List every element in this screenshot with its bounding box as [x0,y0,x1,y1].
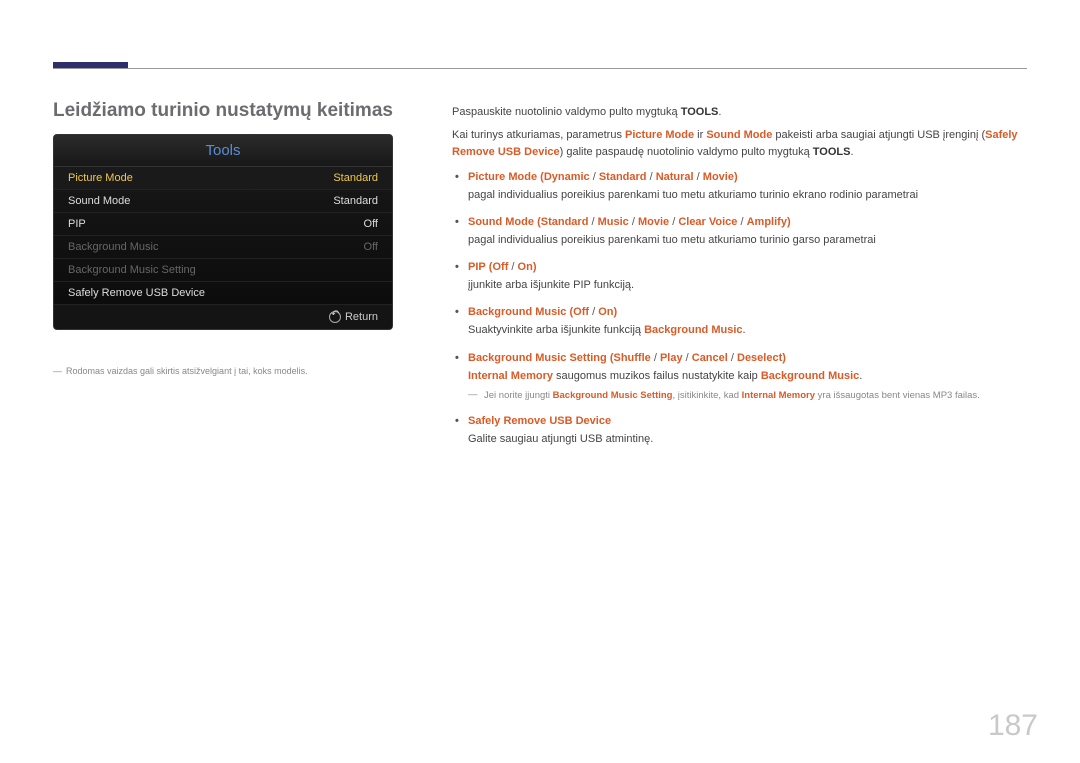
option-pip: PIP (Off / On) įjunkite arba išjunkite P… [452,259,1027,294]
left-column: Leidžiamo turinio nustatymų keitimas Too… [53,100,408,378]
return-icon[interactable] [329,311,341,323]
tools-row-value: Standard [333,195,378,207]
option-desc: Galite saugiau atjungti USB atmintinę. [468,431,1027,448]
intro-paragraph-1: Paspauskite nuotolinio valdymo pulto myg… [452,104,1027,121]
tools-panel-header: Tools [54,135,392,167]
tools-row-label: Safely Remove USB Device [68,287,205,299]
option-desc: pagal individualius poreikius parenkami … [468,187,1027,204]
right-column: Paspauskite nuotolinio valdymo pulto myg… [452,104,1027,458]
option-desc: įjunkite arba išjunkite PIP funkciją. [468,277,1027,294]
tools-row-value: Off [364,241,378,253]
tools-row-label: Background Music Setting [68,264,196,276]
note-text: Rodomas vaizdas gali skirtis atsižvelgia… [66,366,308,376]
option-picture-mode: Picture Mode (Dynamic / Standard / Natur… [452,169,1027,204]
option-safely-remove-usb: Safely Remove USB Device Galite saugiau … [452,413,1027,448]
option-background-music: Background Music (Off / On) Suaktyvinkit… [452,304,1027,339]
tools-panel-footer: Return [54,305,392,329]
header-rule [53,68,1027,69]
tools-row-picture-mode[interactable]: Picture Mode Standard [54,167,392,190]
tools-row-background-music[interactable]: Background Music Off [54,236,392,259]
option-sound-mode: Sound Mode (Standard / Music / Movie / C… [452,214,1027,249]
tools-row-sound-mode[interactable]: Sound Mode Standard [54,190,392,213]
tools-row-value: Standard [333,172,378,184]
intro-paragraph-2: Kai turinys atkuriamas, parametrus Pictu… [452,127,1027,161]
tools-row-pip[interactable]: PIP Off [54,213,392,236]
tools-row-value: Off [364,218,378,230]
page-number: 187 [988,709,1038,743]
option-desc: pagal individualius poreikius parenkami … [468,232,1027,249]
options-list: Picture Mode (Dynamic / Standard / Natur… [452,169,1027,448]
tools-row-label: Sound Mode [68,195,130,207]
mp3-note: Jei norite įjungti Background Music Sett… [468,389,1027,404]
option-background-music-setting: Background Music Setting (Shuffle / Play… [452,350,1027,404]
model-disclaimer-note: ― Rodomas vaizdas gali skirtis atsižvelgi… [53,365,408,378]
tools-row-label: Background Music [68,241,159,253]
return-label[interactable]: Return [345,311,378,323]
option-desc: Suaktyvinkite arba išjunkite funkciją Ba… [468,322,1027,339]
tools-panel: Tools Picture Mode Standard Sound Mode S… [53,134,393,330]
tools-row-safely-remove-usb[interactable]: Safely Remove USB Device [54,282,392,305]
tools-row-label: Picture Mode [68,172,133,184]
tools-row-background-music-setting[interactable]: Background Music Setting [54,259,392,282]
section-title: Leidžiamo turinio nustatymų keitimas [53,100,408,122]
option-desc: Internal Memory saugomus muzikos failus … [468,368,1027,385]
tools-row-label: PIP [68,218,86,230]
dash-icon: ― [53,366,62,376]
